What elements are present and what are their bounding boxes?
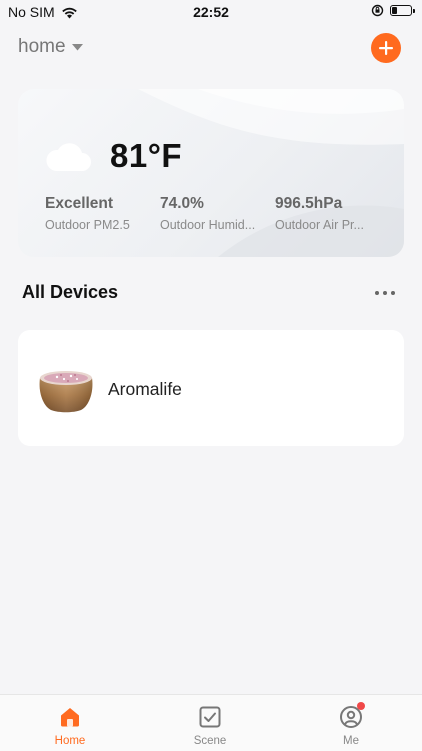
metric-value: 996.5hPa — [275, 195, 343, 212]
tab-scene[interactable]: Scene — [170, 695, 250, 751]
metric-label: Outdoor Air Pr... — [275, 218, 364, 232]
tab-label: Home — [54, 735, 86, 747]
metric-label: Outdoor Humid... — [160, 218, 256, 232]
metric-humidity: 74.0% Outdoor Humid... — [160, 195, 264, 232]
temperature: 81°F — [110, 137, 183, 174]
scene-checkbox-icon — [199, 706, 221, 728]
status-bar: No SIM 22:52 — [0, 0, 422, 24]
metric-air-pressure: 996.5hPa Outdoor Air Pr... — [275, 195, 379, 232]
more-options-button[interactable] — [372, 285, 398, 301]
battery-icon — [390, 5, 415, 16]
metric-pm25: Excellent Outdoor PM2.5 — [45, 195, 157, 232]
device-card-aromalife[interactable]: Aromalife — [18, 330, 404, 446]
tab-bar: Home Scene Me — [0, 694, 422, 751]
plus-icon — [379, 41, 393, 55]
status-bar-right — [371, 4, 415, 17]
home-icon — [61, 708, 79, 727]
caret-down-icon — [71, 43, 83, 50]
home-label: home — [18, 36, 66, 57]
weather-card[interactable]: 81°F Excellent Outdoor PM2.5 74.0% Outdo… — [18, 89, 404, 257]
add-device-button[interactable] — [371, 33, 401, 63]
aroma-diffuser-image — [39, 371, 93, 413]
battery-fill — [392, 7, 397, 14]
metric-label: Outdoor PM2.5 — [45, 218, 130, 232]
tab-me[interactable]: Me — [311, 695, 391, 751]
tab-label: Scene — [193, 735, 227, 747]
more-horizontal-icon — [375, 291, 379, 295]
metric-value: Excellent — [45, 195, 114, 212]
status-time: 22:52 — [193, 4, 229, 20]
all-devices-title: All Devices — [22, 282, 119, 302]
tab-label: Me — [343, 735, 359, 747]
cloud-icon — [46, 143, 91, 171]
more-dot — [391, 291, 395, 295]
home-selector[interactable]: home — [18, 36, 83, 58]
orientation-lock-icon — [371, 4, 384, 17]
tab-home[interactable]: Home — [30, 695, 110, 751]
device-name: Aromalife — [108, 379, 182, 399]
more-dot — [383, 291, 387, 295]
metric-value: 74.0% — [160, 195, 204, 212]
notification-badge — [357, 702, 365, 710]
